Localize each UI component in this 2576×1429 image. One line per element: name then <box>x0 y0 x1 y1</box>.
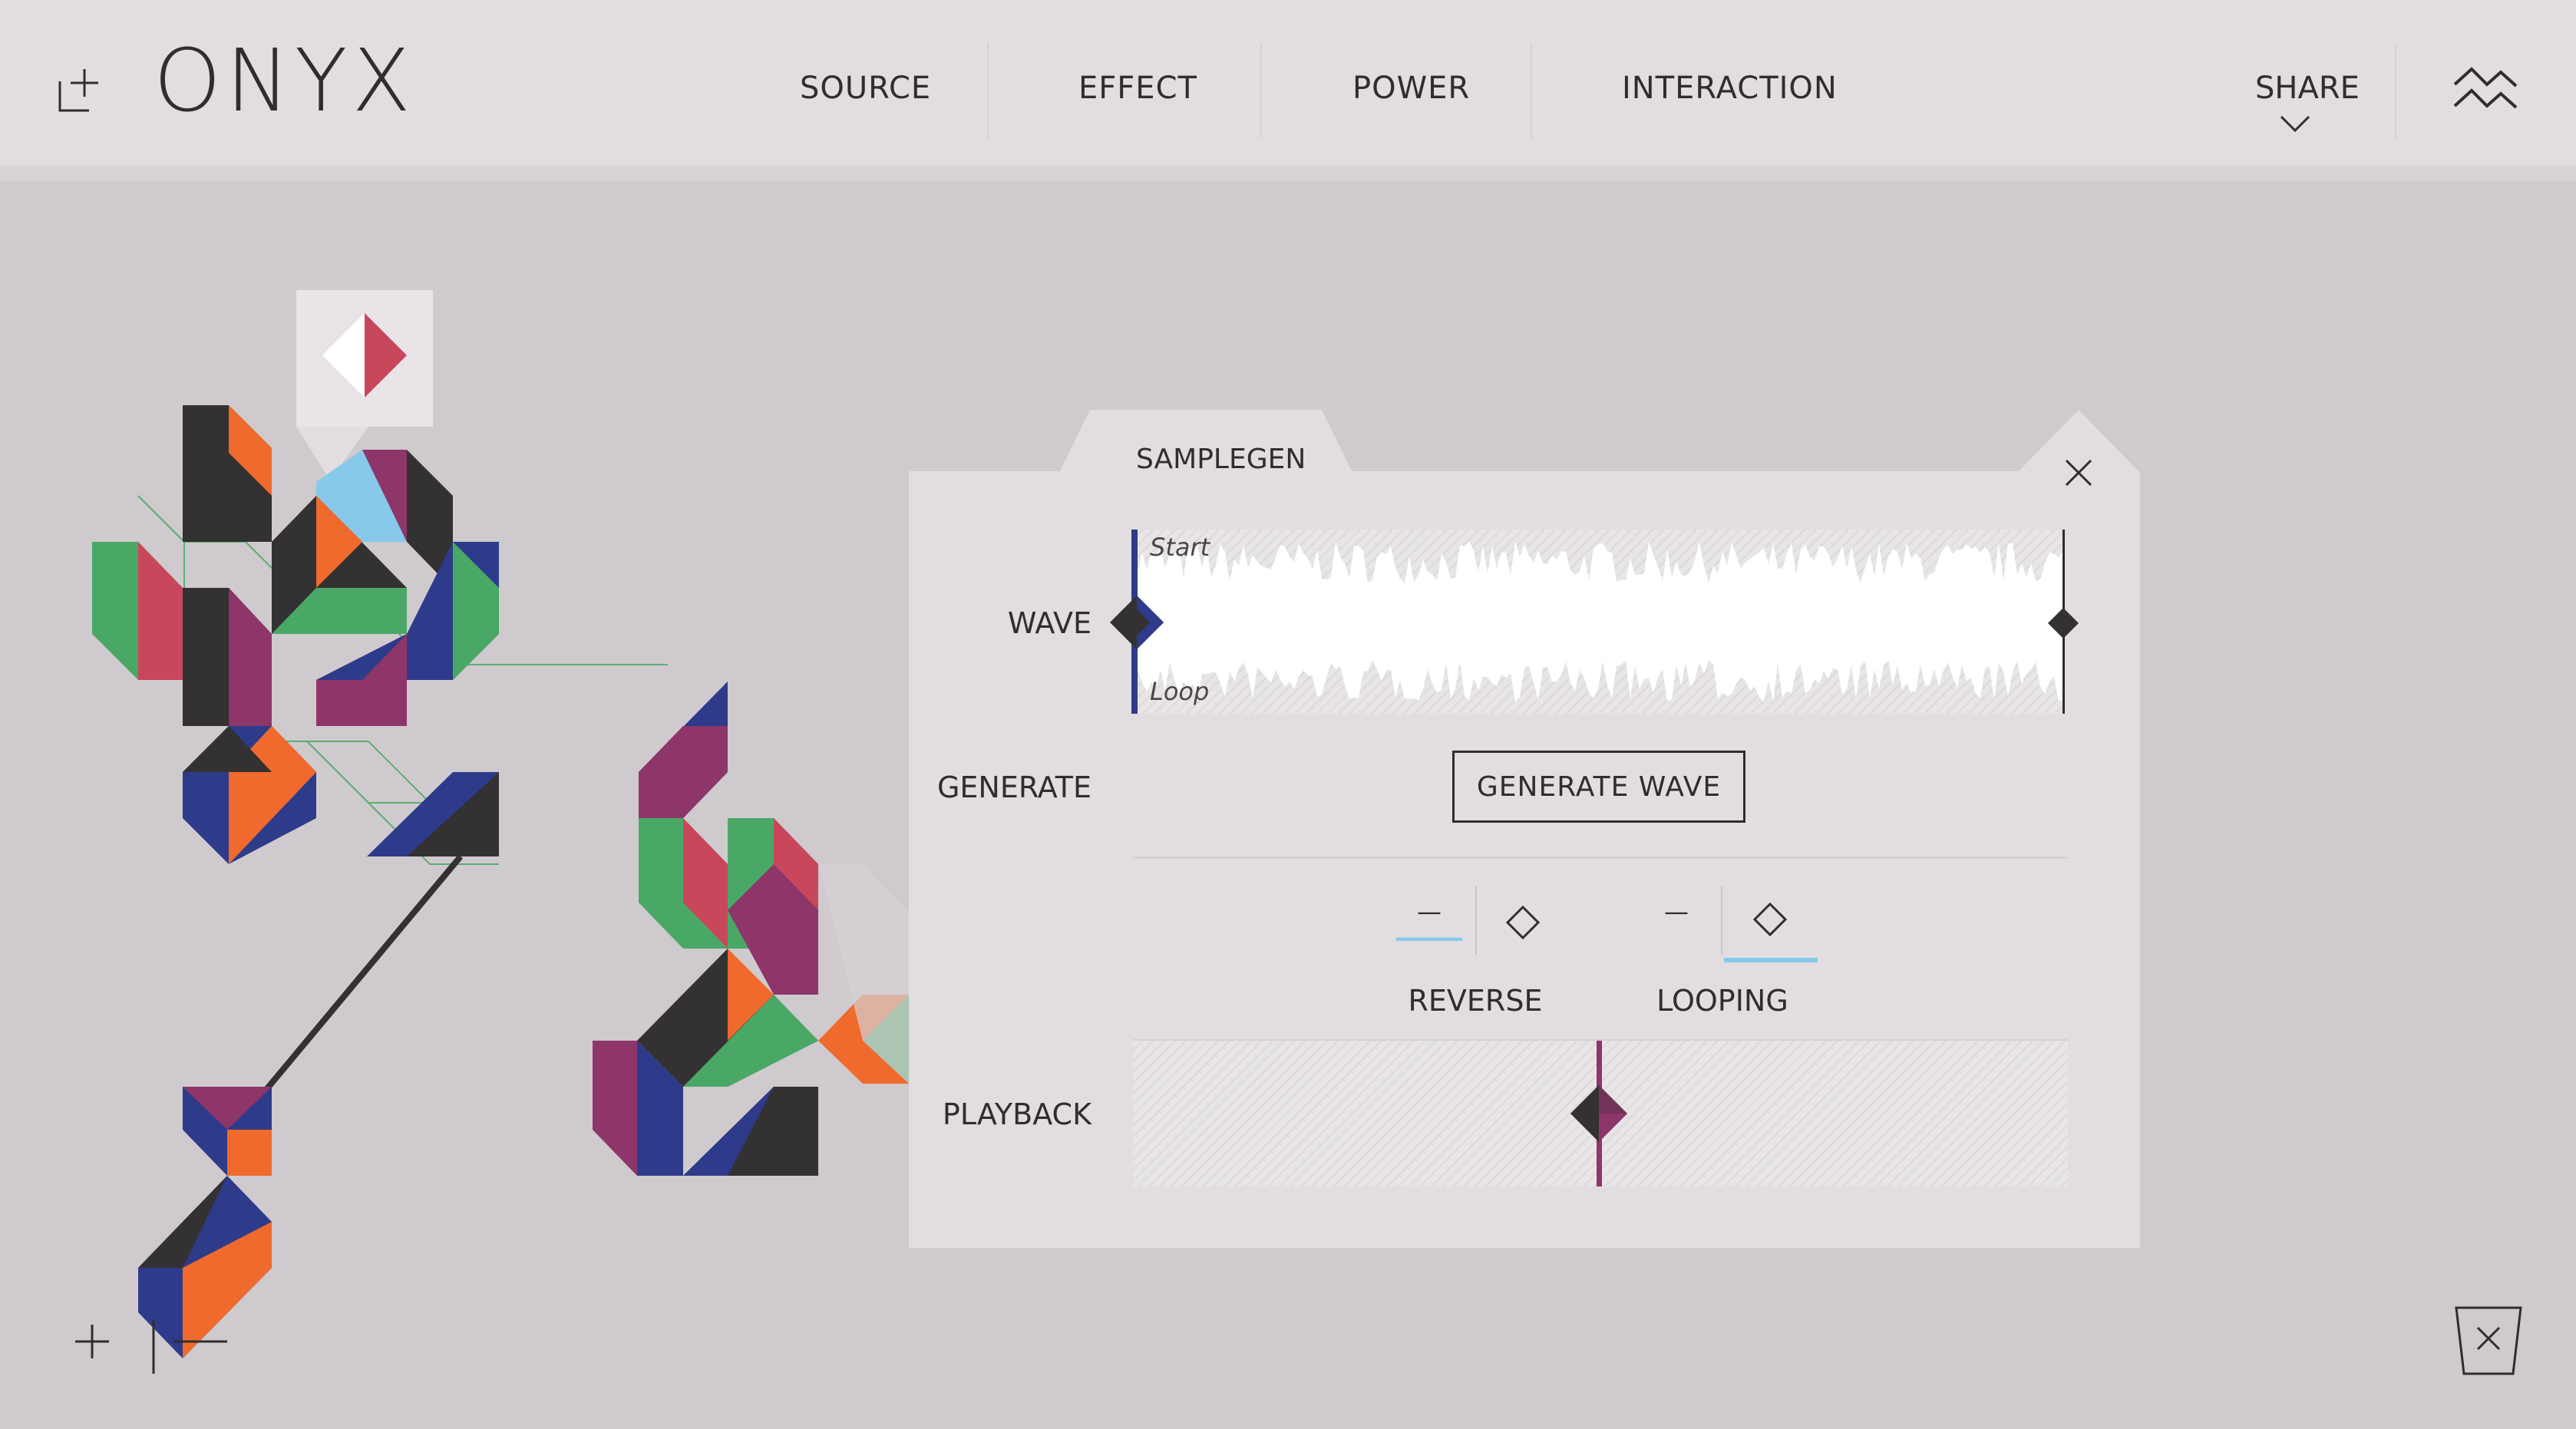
wave-menu-icon[interactable] <box>2453 64 2518 115</box>
panel-title: SAMPLEGEN <box>1136 444 1306 475</box>
nav-source[interactable]: SOURCE <box>800 71 931 106</box>
nav-divider <box>1260 43 1262 138</box>
nav-power[interactable]: POWER <box>1352 71 1470 106</box>
app-logo: ONYX <box>154 31 416 131</box>
divider <box>1133 856 2068 859</box>
nav-divider <box>2395 43 2396 138</box>
waveform-display[interactable] <box>1133 530 2063 714</box>
share-button[interactable]: SHARE <box>2255 71 2360 106</box>
playback-handle[interactable] <box>1570 1085 1627 1142</box>
toggle-off-icon <box>1395 912 1463 941</box>
start-handle[interactable] <box>1110 596 1164 649</box>
diamond-icon <box>1505 905 1541 940</box>
trash-icon[interactable] <box>2453 1305 2524 1377</box>
nav-divider <box>1531 43 1532 138</box>
looping-label: LOOPING <box>1656 984 1788 1018</box>
end-handle[interactable] <box>2048 608 2079 639</box>
generate-wave-button[interactable]: GENERATE WAVE <box>1452 751 1745 823</box>
chevron-down-icon[interactable] <box>2278 112 2312 135</box>
playback-label: PLAYBACK <box>942 1097 1091 1131</box>
nav-divider <box>987 43 989 138</box>
add-node-icon[interactable] <box>55 66 104 115</box>
toggle-off-icon <box>1665 912 1688 915</box>
start-label: Start <box>1150 533 1210 562</box>
reverse-label: REVERSE <box>1408 984 1543 1018</box>
top-bar: ONYX SOURCE EFFECT POWER INTERACTION SHA… <box>0 0 2576 181</box>
reverse-toggle[interactable] <box>1383 886 1541 962</box>
toggle-divider <box>1475 886 1477 955</box>
plus-icon[interactable] <box>71 1320 114 1363</box>
looping-toggle[interactable] <box>1630 886 1818 962</box>
generate-label: GENERATE <box>936 771 1091 804</box>
nav-interaction[interactable]: INTERACTION <box>1622 71 1838 106</box>
node-graph-canvas[interactable] <box>0 181 998 1429</box>
loop-label: Loop <box>1150 677 1210 706</box>
close-icon[interactable] <box>2057 451 2100 494</box>
wave-label: WAVE <box>1007 606 1091 640</box>
diamond-icon <box>1724 902 1818 962</box>
nav-effect[interactable]: EFFECT <box>1078 71 1197 106</box>
minus-icon[interactable] <box>143 1320 235 1374</box>
waveform <box>1133 541 2063 702</box>
